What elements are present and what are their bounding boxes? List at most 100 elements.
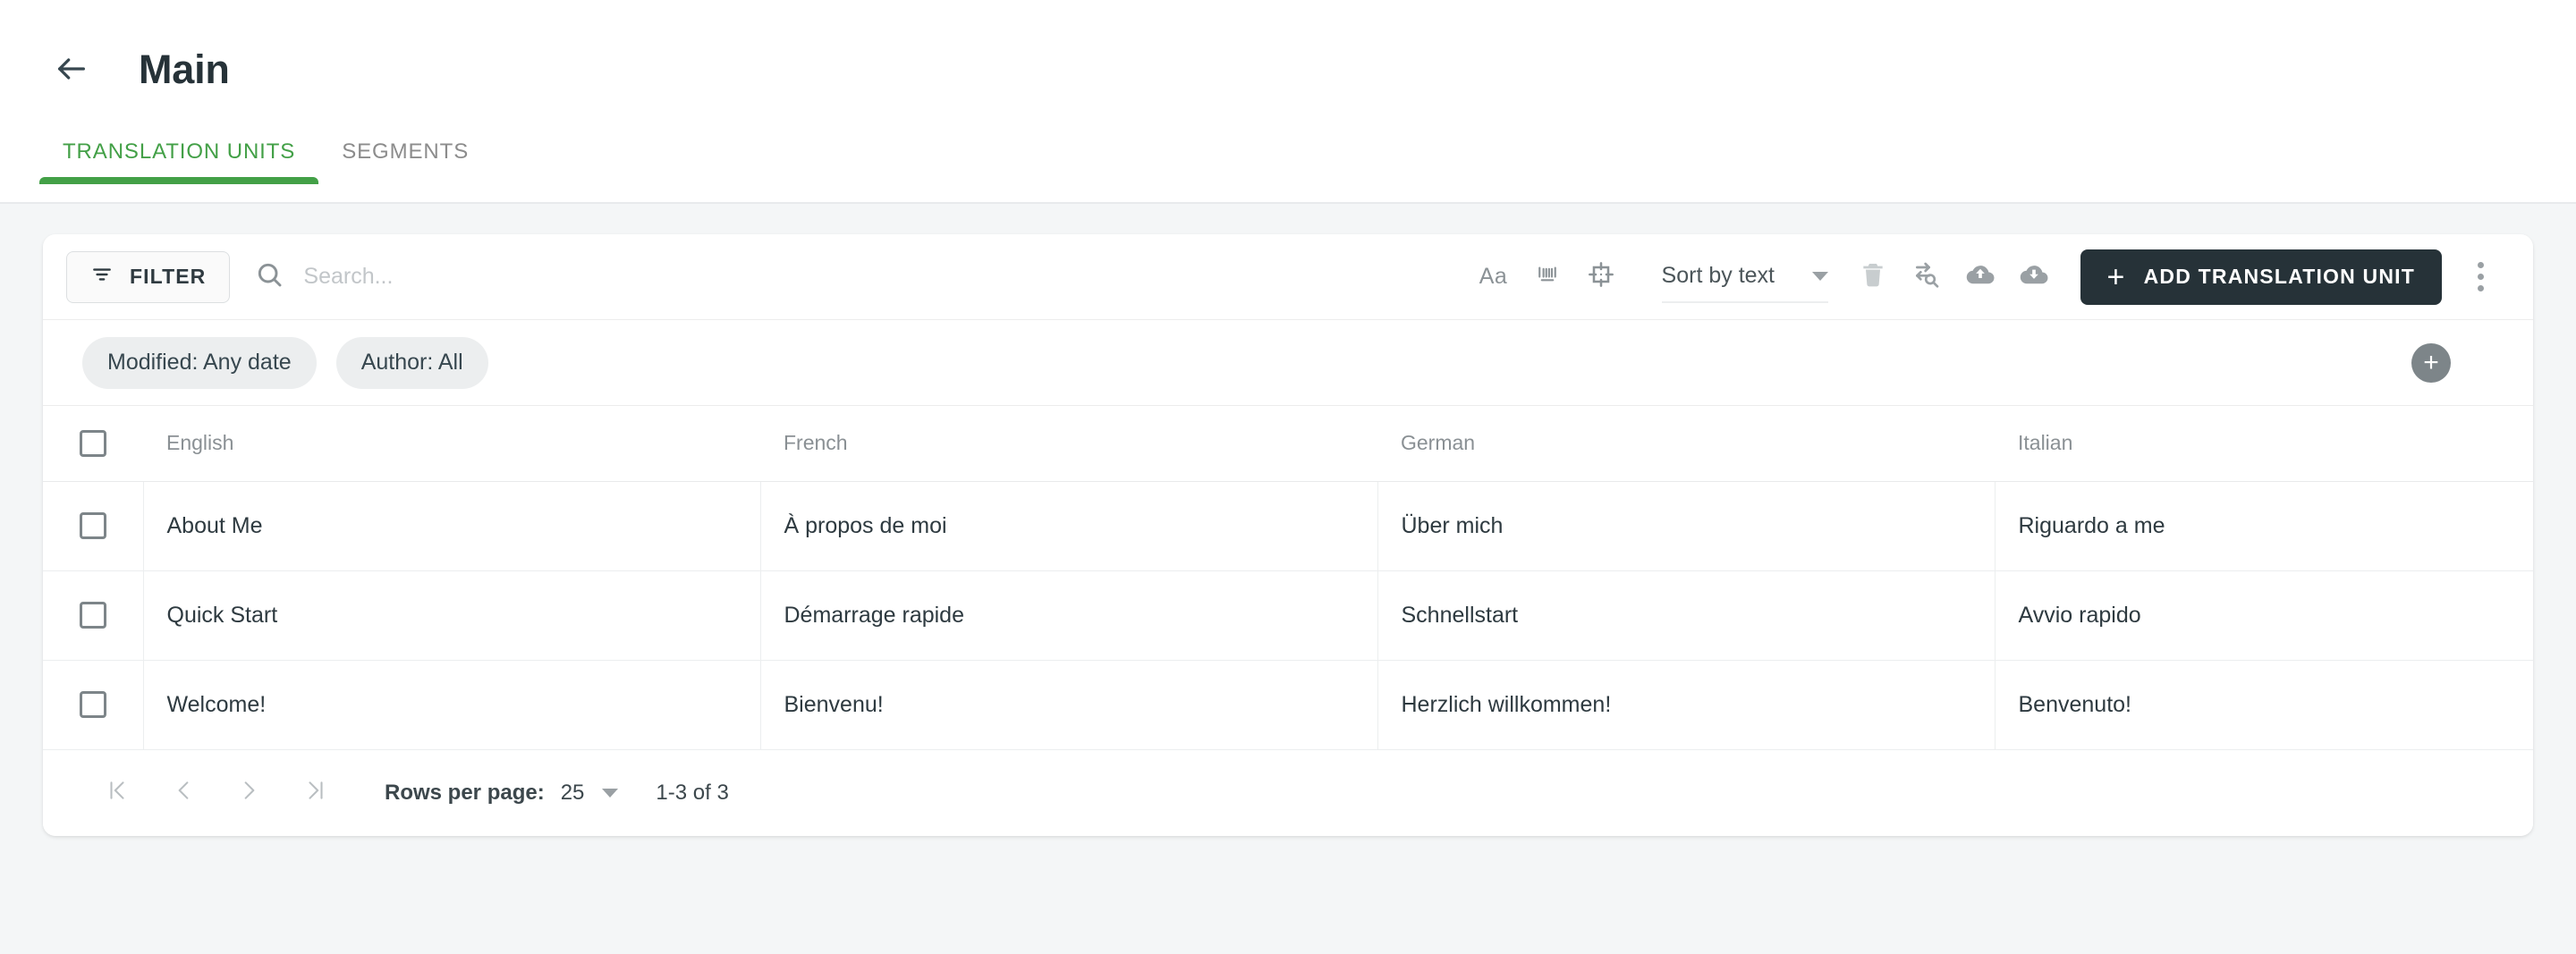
regex-button[interactable] <box>1574 250 1628 304</box>
page-header: Main TRANSLATION UNITS SEGMENTS <box>0 0 2576 204</box>
toolbar-icon-group: Aa <box>1467 250 1628 304</box>
column-header-french[interactable]: French <box>760 406 1377 482</box>
row-checkbox[interactable] <box>80 602 106 629</box>
column-header-italian[interactable]: Italian <box>1995 406 2533 482</box>
last-page-button[interactable] <box>288 765 343 821</box>
filter-chip-author[interactable]: Author: All <box>335 336 488 389</box>
find-replace-button[interactable] <box>1900 250 1953 304</box>
search-input[interactable] <box>303 264 1467 290</box>
tab-bar: TRANSLATION UNITS SEGMENTS <box>0 107 2576 184</box>
cloud-download-icon <box>2019 259 2049 294</box>
select-all-wrap <box>43 429 143 457</box>
cell-german[interactable]: Schnellstart <box>1377 570 1995 661</box>
search-icon[interactable] <box>255 260 284 293</box>
download-button[interactable] <box>2007 250 2061 304</box>
filter-button-label: FILTER <box>130 265 207 288</box>
row-checkbox[interactable] <box>80 512 106 539</box>
tab-segments[interactable]: SEGMENTS <box>318 141 492 184</box>
chevron-down-icon <box>1811 271 1828 281</box>
row-select-cell <box>43 481 143 571</box>
add-translation-unit-button[interactable]: + ADD TRANSLATION UNIT <box>2080 249 2442 305</box>
add-translation-unit-label: ADD TRANSLATION UNIT <box>2143 265 2415 288</box>
translation-units-table: English French German Italian About Me À… <box>43 406 2533 750</box>
table-toolbar: FILTER Aa <box>43 234 2533 320</box>
cell-french[interactable]: Démarrage rapide <box>759 570 1377 661</box>
pagination-range-label: 1-3 of 3 <box>656 780 729 805</box>
rows-per-page-value[interactable]: 25 <box>561 781 585 806</box>
cell-german[interactable]: Über mich <box>1377 481 1995 571</box>
more-vertical-icon-dot <box>2477 274 2484 280</box>
delete-button[interactable] <box>1846 250 1900 304</box>
cell-french[interactable]: Bienvenu! <box>759 660 1377 750</box>
filter-list-icon <box>90 263 114 291</box>
cell-italian[interactable]: Avvio rapido <box>1994 570 2533 661</box>
toolbar-action-group <box>1846 250 2061 304</box>
translation-units-card: FILTER Aa <box>43 234 2533 836</box>
sort-by-dropdown[interactable]: Sort by text <box>1661 251 1828 303</box>
whole-word-button[interactable] <box>1521 250 1574 304</box>
rows-per-page-label: Rows per page: <box>385 780 545 805</box>
whole-word-icon <box>1534 261 1561 292</box>
table-row[interactable]: Quick Start Démarrage rapide Schnellstar… <box>43 570 2533 661</box>
first-page-icon <box>106 779 129 806</box>
plus-circle-icon: + <box>2423 347 2439 377</box>
cell-french[interactable]: À propos de moi <box>759 481 1377 571</box>
sort-by-label: Sort by text <box>1661 263 1775 288</box>
table-row[interactable]: Welcome! Bienvenu! Herzlich willkommen! … <box>43 660 2533 750</box>
filter-chip-modified[interactable]: Modified: Any date <box>82 336 317 389</box>
first-page-button[interactable] <box>89 765 145 821</box>
prev-page-icon <box>172 779 195 806</box>
cell-english[interactable]: Quick Start <box>142 570 760 661</box>
back-button[interactable] <box>47 44 97 94</box>
cell-german[interactable]: Herzlich willkommen! <box>1377 660 1995 750</box>
tab-segments-label: SEGMENTS <box>342 139 470 164</box>
regex-crosshair-icon <box>1587 260 1615 293</box>
select-all-checkbox[interactable] <box>80 429 106 457</box>
match-case-button[interactable]: Aa <box>1467 250 1521 304</box>
filter-chip-modified-label: Modified: Any date <box>107 350 292 375</box>
match-case-label: Aa <box>1479 264 1508 289</box>
cell-italian[interactable]: Riguardo a me <box>1994 481 2533 571</box>
cell-english[interactable]: About Me <box>142 481 760 571</box>
table-body: About Me À propos de moi Über mich Rigua… <box>43 481 2533 750</box>
table-row[interactable]: About Me À propos de moi Über mich Rigua… <box>43 481 2533 571</box>
more-vertical-icon-dot <box>2477 285 2484 291</box>
cell-english[interactable]: Welcome! <box>142 660 760 750</box>
next-page-button[interactable] <box>222 765 277 821</box>
find-replace-icon <box>1912 260 1941 293</box>
prev-page-button[interactable] <box>156 765 211 821</box>
row-checkbox[interactable] <box>80 691 106 718</box>
header-top-bar: Main <box>0 0 2576 107</box>
plus-icon: + <box>2106 259 2126 294</box>
cloud-upload-icon <box>1965 259 1996 294</box>
header-bottom-divider <box>0 202 2576 204</box>
page-title: Main <box>139 46 230 92</box>
column-header-english[interactable]: English <box>143 406 760 482</box>
cell-italian[interactable]: Benvenuto! <box>1994 660 2533 750</box>
content-area: FILTER Aa <box>0 204 2576 836</box>
filter-chips-row: Modified: Any date Author: All + <box>43 320 2533 406</box>
rows-per-page-chevron-down-icon[interactable] <box>602 788 619 798</box>
tab-translation-units-label: TRANSLATION UNITS <box>63 139 296 164</box>
pagination-bar: Rows per page: 25 1-3 of 3 <box>43 749 2533 836</box>
row-checkbox-wrap <box>43 691 143 718</box>
arrow-left-icon <box>54 51 89 87</box>
row-select-cell <box>43 570 143 661</box>
trash-icon <box>1859 260 1887 293</box>
table-header-row: English French German Italian <box>43 406 2533 482</box>
row-select-cell <box>43 660 143 750</box>
upload-button[interactable] <box>1953 250 2007 304</box>
filter-button[interactable]: FILTER <box>66 250 231 303</box>
search-area <box>255 260 1467 293</box>
more-options-button[interactable] <box>2454 251 2506 303</box>
select-all-header <box>43 406 143 482</box>
table-header: English French German Italian <box>43 406 2533 482</box>
add-filter-button[interactable]: + <box>2411 342 2451 383</box>
more-vertical-icon-dot <box>2477 262 2484 268</box>
last-page-icon <box>304 779 327 806</box>
row-checkbox-wrap <box>43 512 143 539</box>
filter-chip-author-label: Author: All <box>360 350 463 375</box>
column-header-german[interactable]: German <box>1377 406 1995 482</box>
next-page-icon <box>238 779 261 806</box>
tab-translation-units[interactable]: TRANSLATION UNITS <box>39 139 319 184</box>
